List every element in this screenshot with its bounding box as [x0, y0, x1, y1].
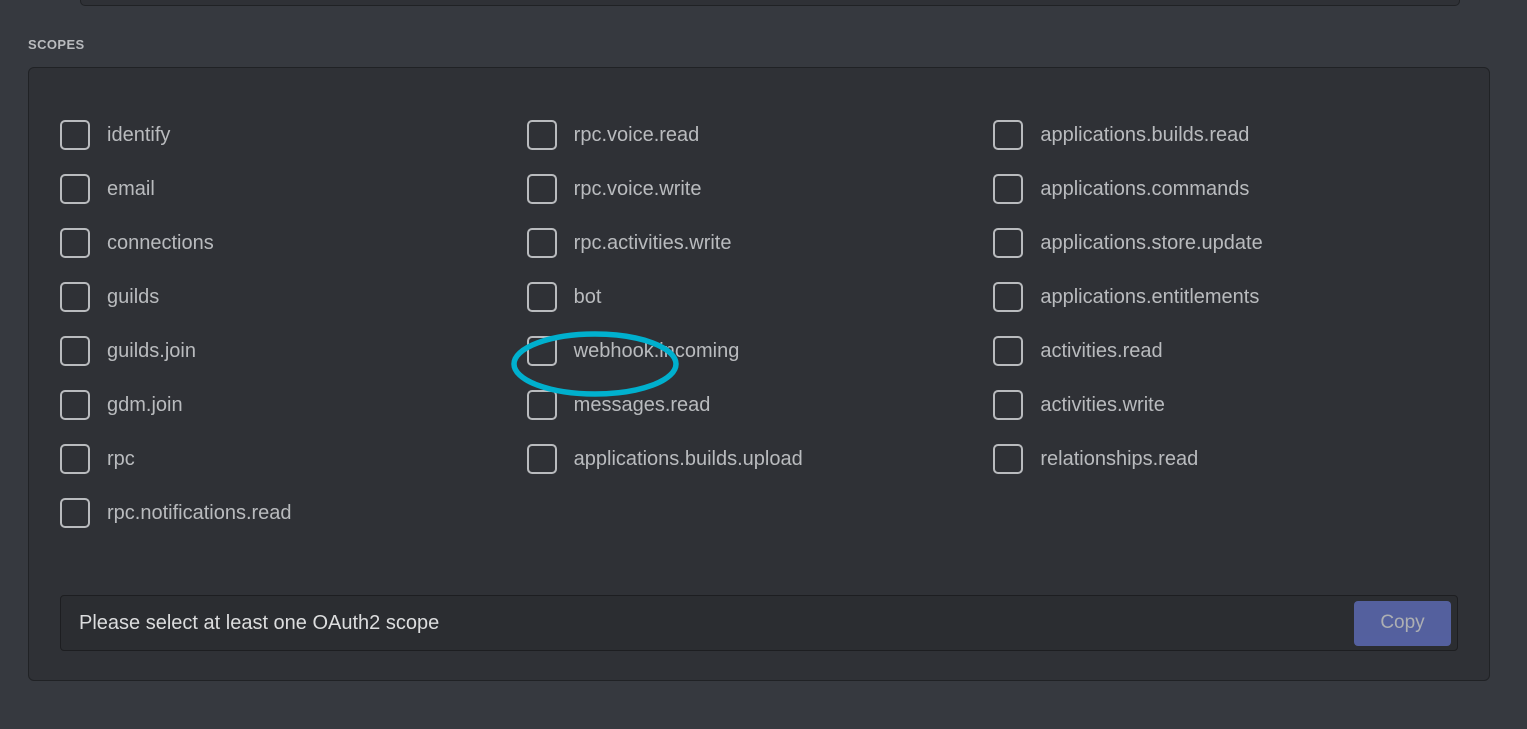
scope-label[interactable]: rpc.activities.write [574, 233, 732, 253]
scope-row[interactable]: rpc.voice.read [527, 108, 994, 162]
scope-row[interactable]: activities.read [993, 324, 1460, 378]
checkbox-unchecked-icon[interactable] [527, 390, 557, 420]
scopes-panel: identify email connections guilds guilds.joi… [28, 67, 1490, 681]
checkbox-unchecked-icon[interactable] [527, 120, 557, 150]
copy-button[interactable]: Copy [1354, 601, 1451, 646]
scope-label[interactable]: gdm.join [107, 395, 183, 415]
checkbox-unchecked-icon[interactable] [993, 444, 1023, 474]
scope-row[interactable]: guilds.join [60, 324, 527, 378]
checkbox-unchecked-icon[interactable] [60, 336, 90, 366]
checkbox-unchecked-icon[interactable] [527, 336, 557, 366]
scope-label[interactable]: activities.write [1040, 395, 1164, 415]
checkbox-unchecked-icon[interactable] [60, 444, 90, 474]
checkbox-unchecked-icon[interactable] [993, 228, 1023, 258]
scope-row[interactable]: activities.write [993, 378, 1460, 432]
scope-row[interactable]: relationships.read [993, 432, 1460, 486]
checkbox-unchecked-icon[interactable] [993, 390, 1023, 420]
scope-row[interactable]: messages.read [527, 378, 994, 432]
scope-row[interactable]: bot [527, 270, 994, 324]
scope-label[interactable]: applications.entitlements [1040, 287, 1259, 307]
checkbox-unchecked-icon[interactable] [527, 174, 557, 204]
checkbox-unchecked-icon[interactable] [527, 444, 557, 474]
scopes-column-2: rpc.voice.read rpc.voice.write rpc.activit… [527, 108, 994, 540]
checkbox-unchecked-icon[interactable] [527, 282, 557, 312]
scope-label[interactable]: messages.read [574, 395, 711, 415]
scope-label[interactable]: applications.builds.upload [574, 449, 803, 469]
scope-row[interactable]: webhook.incoming [527, 324, 994, 378]
scope-row[interactable]: guilds [60, 270, 527, 324]
scope-row[interactable]: applications.builds.upload [527, 432, 994, 486]
scope-row[interactable]: applications.store.update [993, 216, 1460, 270]
scope-label[interactable]: rpc.notifications.read [107, 503, 292, 523]
scopes-column-3: applications.builds.read applications.com… [993, 108, 1460, 540]
checkbox-unchecked-icon[interactable] [527, 228, 557, 258]
checkbox-unchecked-icon[interactable] [993, 120, 1023, 150]
checkbox-unchecked-icon[interactable] [60, 390, 90, 420]
scope-label[interactable]: applications.store.update [1040, 233, 1262, 253]
scopes-column-1: identify email connections guilds guilds.joi… [60, 108, 527, 540]
checkbox-unchecked-icon[interactable] [60, 120, 90, 150]
scope-row[interactable]: email [60, 162, 527, 216]
scope-row[interactable]: identify [60, 108, 527, 162]
scope-row[interactable]: applications.builds.read [993, 108, 1460, 162]
checkbox-unchecked-icon[interactable] [993, 282, 1023, 312]
oauth2-url-text: Please select at least one OAuth2 scope [79, 613, 439, 633]
checkbox-unchecked-icon[interactable] [60, 174, 90, 204]
scope-label[interactable]: applications.builds.read [1040, 125, 1249, 145]
scope-label[interactable]: rpc.voice.write [574, 179, 702, 199]
scopes-grid: identify email connections guilds guilds.joi… [60, 108, 1460, 540]
scope-row[interactable]: gdm.join [60, 378, 527, 432]
scope-label[interactable]: email [107, 179, 155, 199]
scope-label[interactable]: guilds [107, 287, 159, 307]
scope-row[interactable]: applications.commands [993, 162, 1460, 216]
scope-label[interactable]: bot [574, 287, 602, 307]
previous-section-panel-cutoff [80, 0, 1460, 6]
scope-row[interactable]: rpc [60, 432, 527, 486]
checkbox-unchecked-icon[interactable] [60, 282, 90, 312]
scope-label[interactable]: identify [107, 125, 170, 145]
checkbox-unchecked-icon[interactable] [993, 174, 1023, 204]
checkbox-unchecked-icon[interactable] [60, 228, 90, 258]
scope-label[interactable]: rpc [107, 449, 135, 469]
scopes-section-label: SCOPES [28, 37, 85, 52]
oauth2-url-field[interactable]: Please select at least one OAuth2 scope … [60, 595, 1458, 651]
scope-label[interactable]: guilds.join [107, 341, 196, 361]
scope-row[interactable]: rpc.activities.write [527, 216, 994, 270]
scope-label[interactable]: rpc.voice.read [574, 125, 700, 145]
scope-label[interactable]: webhook.incoming [574, 341, 740, 361]
checkbox-unchecked-icon[interactable] [60, 498, 90, 528]
scope-label[interactable]: connections [107, 233, 214, 253]
scope-label[interactable]: applications.commands [1040, 179, 1249, 199]
scope-row[interactable]: rpc.voice.write [527, 162, 994, 216]
scope-label[interactable]: relationships.read [1040, 449, 1198, 469]
scope-row[interactable]: applications.entitlements [993, 270, 1460, 324]
scope-row[interactable]: connections [60, 216, 527, 270]
checkbox-unchecked-icon[interactable] [993, 336, 1023, 366]
scope-label[interactable]: activities.read [1040, 341, 1162, 361]
scope-row[interactable]: rpc.notifications.read [60, 486, 527, 540]
